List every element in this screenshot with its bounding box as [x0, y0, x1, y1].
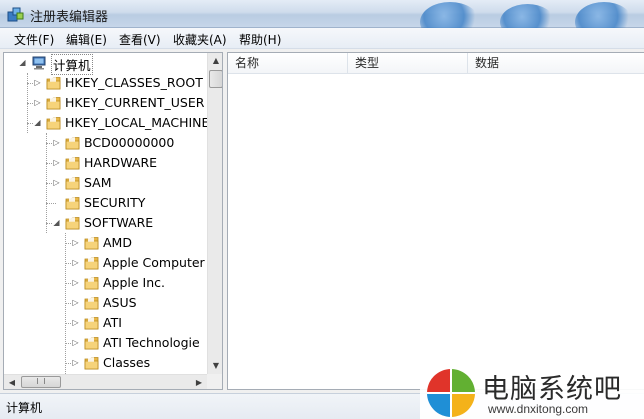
- windows-logo-icon: [427, 369, 475, 417]
- collapsed-arrow-icon[interactable]: ▷: [52, 158, 61, 167]
- folder-icon: [84, 337, 99, 350]
- folder-icon: [84, 257, 99, 270]
- tree-item-label[interactable]: HKEY_LOCAL_MACHINE: [65, 115, 207, 130]
- tree-item-label[interactable]: SECURITY: [84, 195, 145, 210]
- tree-item[interactable]: ▷ Classes: [4, 353, 207, 373]
- expanded-arrow-icon[interactable]: ◢: [52, 218, 61, 227]
- tree-item-label[interactable]: SAM: [84, 175, 112, 190]
- folder-icon: [65, 177, 80, 190]
- registry-editor-icon: [7, 7, 24, 22]
- window-title: 注册表编辑器: [30, 10, 109, 25]
- watermark: 电脑系统吧 www.dnxitong.com: [420, 366, 644, 419]
- computer-icon: [32, 56, 46, 70]
- status-path: 计算机: [6, 401, 43, 415]
- collapsed-arrow-icon[interactable]: ▷: [71, 338, 80, 347]
- registry-tree[interactable]: ◢ 计算机 ▷ HKEY_CLASSES_ROOT ▷ HKEY_CURRENT_US…: [3, 52, 223, 390]
- folder-icon: [84, 357, 99, 370]
- tree-item-label[interactable]: Classes: [103, 355, 150, 370]
- tree-rows: ◢ 计算机 ▷ HKEY_CLASSES_ROOT ▷ HKEY_CURRENT_US…: [4, 53, 207, 374]
- tree-item[interactable]: ▷ SAM: [4, 173, 207, 193]
- tree-item[interactable]: ▷ BCD00000000: [4, 133, 207, 153]
- menu-edit[interactable]: 编辑(E): [66, 31, 107, 48]
- tree-vertical-scrollbar[interactable]: ▲ ▼: [207, 53, 222, 374]
- title-bar: 注册表编辑器: [0, 0, 644, 42]
- tree-item-label[interactable]: HKEY_CLASSES_ROOT: [65, 75, 203, 90]
- scroll-up-arrow-icon[interactable]: ▲: [208, 53, 222, 69]
- tree-item-label[interactable]: HARDWARE: [84, 155, 157, 170]
- folder-icon: [65, 217, 80, 230]
- tree-item-label[interactable]: ASUS: [103, 295, 137, 310]
- tree-item-label[interactable]: Apple Inc.: [103, 275, 165, 290]
- scroll-corner: [207, 374, 222, 389]
- collapsed-arrow-icon[interactable]: ▷: [71, 238, 80, 247]
- scroll-left-arrow-icon[interactable]: ◀: [4, 375, 20, 389]
- tree-item-computer[interactable]: ◢ 计算机: [4, 53, 207, 75]
- tree-item-label[interactable]: 计算机: [51, 54, 93, 75]
- tree-item[interactable]: ◢ SOFTWARE: [4, 213, 207, 233]
- tree-item[interactable]: ▷ ATI Technologie: [4, 333, 207, 353]
- collapsed-arrow-icon[interactable]: ▷: [71, 258, 80, 267]
- collapsed-arrow-icon[interactable]: ▷: [33, 78, 42, 87]
- watermark-url: www.dnxitong.com: [488, 402, 589, 416]
- tree-item-label[interactable]: SOFTWARE: [84, 215, 153, 230]
- tree-item-label[interactable]: AMD: [103, 235, 132, 250]
- folder-icon: [46, 77, 61, 90]
- tree-item-label[interactable]: HKEY_CURRENT_USER: [65, 95, 204, 110]
- tree-item[interactable]: ▷ AMD: [4, 233, 207, 253]
- expand-arrow-icon[interactable]: ◢: [18, 58, 27, 67]
- folder-icon: [65, 197, 80, 210]
- collapsed-arrow-icon[interactable]: ▷: [52, 138, 61, 147]
- collapsed-arrow-icon[interactable]: ▷: [71, 358, 80, 367]
- collapsed-arrow-icon[interactable]: ▷: [33, 98, 42, 107]
- tree-item-label[interactable]: Apple Computer: [103, 255, 205, 270]
- tree-item[interactable]: ▷ Apple Inc.: [4, 273, 207, 293]
- watermark-title: 电脑系统吧: [482, 374, 622, 405]
- column-header-type[interactable]: 类型: [348, 53, 468, 74]
- tree-item[interactable]: ◢ HKEY_LOCAL_MACHINE: [4, 113, 207, 133]
- tree-item-label[interactable]: BCD00000000: [84, 135, 174, 150]
- menu-help[interactable]: 帮助(H): [239, 31, 281, 48]
- collapsed-arrow-icon[interactable]: ▷: [71, 318, 80, 327]
- client-area: ◢ 计算机 ▷ HKEY_CLASSES_ROOT ▷ HKEY_CURRENT_US…: [0, 49, 644, 393]
- menu-file[interactable]: 文件(F): [14, 31, 54, 48]
- values-list[interactable]: 名称 类型 数据: [227, 52, 644, 390]
- list-header: 名称 类型 数据: [228, 53, 644, 74]
- folder-icon: [46, 117, 61, 130]
- scroll-right-arrow-icon[interactable]: ▶: [191, 375, 207, 389]
- tree-item-label[interactable]: ATI Technologie: [103, 335, 200, 350]
- tree-item-label[interactable]: ATI: [103, 315, 122, 330]
- tree-item[interactable]: ▷ HKEY_CURRENT_USER: [4, 93, 207, 113]
- collapsed-arrow-icon[interactable]: ▷: [52, 178, 61, 187]
- folder-icon: [84, 277, 99, 290]
- column-header-data[interactable]: 数据: [468, 53, 644, 74]
- tree-horizontal-scrollbar[interactable]: ◀ ▶: [4, 374, 207, 389]
- collapsed-arrow-icon[interactable]: ▷: [71, 278, 80, 287]
- folder-icon: [84, 317, 99, 330]
- tree-item[interactable]: ▷ ATI: [4, 313, 207, 333]
- menu-view[interactable]: 查看(V): [119, 31, 161, 48]
- tree-item[interactable]: ▷ Apple Computer: [4, 253, 207, 273]
- collapsed-arrow-icon[interactable]: ▷: [71, 298, 80, 307]
- folder-icon: [65, 137, 80, 150]
- scroll-grip-icon: [37, 378, 45, 384]
- tree-line: [46, 203, 56, 204]
- folder-icon: [65, 157, 80, 170]
- tree-item[interactable]: ▷ HARDWARE: [4, 153, 207, 173]
- folder-icon: [84, 297, 99, 310]
- folder-icon: [46, 97, 61, 110]
- expanded-arrow-icon[interactable]: ◢: [33, 118, 42, 127]
- column-header-name[interactable]: 名称: [228, 53, 348, 74]
- scroll-down-arrow-icon[interactable]: ▼: [208, 358, 222, 374]
- menu-favorites[interactable]: 收藏夹(A): [173, 31, 227, 48]
- folder-icon: [84, 237, 99, 250]
- scroll-thumb[interactable]: [209, 70, 222, 88]
- menu-bar: 文件(F) 编辑(E) 查看(V) 收藏夹(A) 帮助(H): [0, 28, 644, 49]
- tree-item[interactable]: SECURITY: [4, 193, 207, 213]
- tree-item[interactable]: ▷ ASUS: [4, 293, 207, 313]
- tree-item[interactable]: ▷ HKEY_CLASSES_ROOT: [4, 73, 207, 93]
